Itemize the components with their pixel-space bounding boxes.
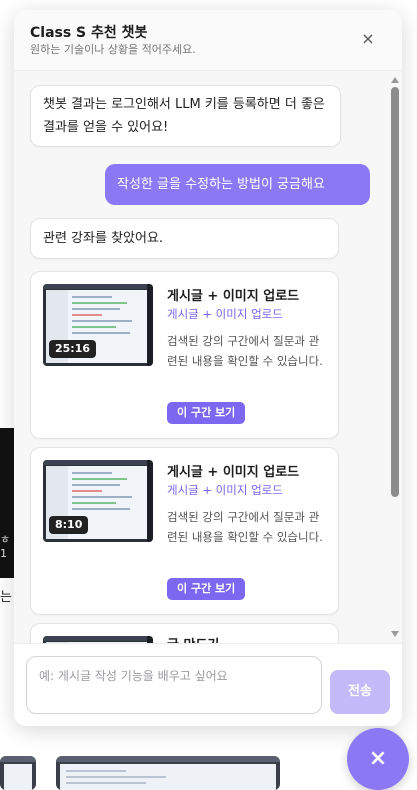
message-input-wrapper — [26, 656, 322, 714]
view-section-button[interactable]: 이 구간 보기 — [167, 578, 246, 600]
background-video-strip: ㅎ 1 — [0, 428, 14, 578]
scrollbar-thumb[interactable] — [391, 87, 399, 497]
lecture-thumbnail[interactable] — [43, 636, 153, 643]
view-section-button[interactable]: 이 구간 보기 — [167, 402, 246, 424]
close-chatbot-fab-icon[interactable]: × — [347, 728, 409, 790]
background-thumbnail — [56, 756, 280, 790]
lecture-description: 검색된 강의 구간에서 질문과 관련된 내용을 확인할 수 있습니다. — [167, 334, 323, 368]
background-thumbnail — [0, 756, 36, 790]
lecture-result-card: 글 만드기 — [30, 623, 339, 643]
scroll-up-arrow-icon[interactable] — [391, 77, 399, 83]
chatbot-subtitle: 원하는 기술이나 상황을 적어주세요. — [30, 43, 196, 56]
send-button[interactable]: 전송 — [330, 670, 390, 714]
video-duration: 8:10 — [49, 516, 89, 534]
bot-message-login-notice: 챗봇 결과는 로그인해서 LLM 키를 등록하면 더 좋은 결과를 얻을 수 있… — [30, 85, 341, 147]
background-time-fragment: ㅎ 1 — [0, 533, 11, 560]
lecture-thumbnail[interactable]: 25:16 — [43, 284, 153, 366]
user-message: 작성한 글을 수정하는 방법이 궁금해요 — [105, 164, 370, 205]
chatbot-panel: Class S 추천 챗봇 원하는 기술이나 상황을 적어주세요. × 챗봇 결… — [14, 10, 402, 726]
lecture-result-card: 8:10 게시글 + 이미지 업로드 게시글 + 이미지 업로드 검색된 강의 … — [30, 447, 339, 615]
close-icon[interactable]: × — [358, 29, 378, 49]
chatbot-title: Class S 추천 챗봇 — [30, 25, 148, 41]
lecture-title: 글 만드기 — [167, 634, 219, 643]
video-duration: 25:16 — [49, 340, 97, 358]
message-input[interactable] — [27, 657, 321, 713]
composer: 전송 — [14, 643, 402, 726]
lecture-section: 게시글 + 이미지 업로드 — [167, 307, 283, 321]
chatbot-header: Class S 추천 챗봇 원하는 기술이나 상황을 적어주세요. × — [14, 10, 402, 71]
lecture-result-card: 25:16 게시글 + 이미지 업로드 게시글 + 이미지 업로드 검색된 강의… — [30, 271, 339, 439]
scroll-down-arrow-icon[interactable] — [391, 631, 399, 637]
scrollbar[interactable] — [388, 71, 402, 643]
lecture-title: 게시글 + 이미지 업로드 — [167, 465, 300, 480]
lecture-description: 검색된 강의 구간에서 질문과 관련된 내용을 확인할 수 있습니다. — [167, 510, 323, 544]
bot-message-found: 관련 강좌를 찾았어요. — [30, 218, 339, 259]
message-list[interactable]: 챗봇 결과는 로그인해서 LLM 키를 등록하면 더 좋은 결과를 얻을 수 있… — [14, 71, 402, 643]
background-text-fragment: 는 — [0, 590, 12, 605]
lecture-thumbnail[interactable]: 8:10 — [43, 460, 153, 542]
lecture-title: 게시글 + 이미지 업로드 — [167, 289, 300, 304]
lecture-section: 게시글 + 이미지 업로드 — [167, 483, 283, 497]
